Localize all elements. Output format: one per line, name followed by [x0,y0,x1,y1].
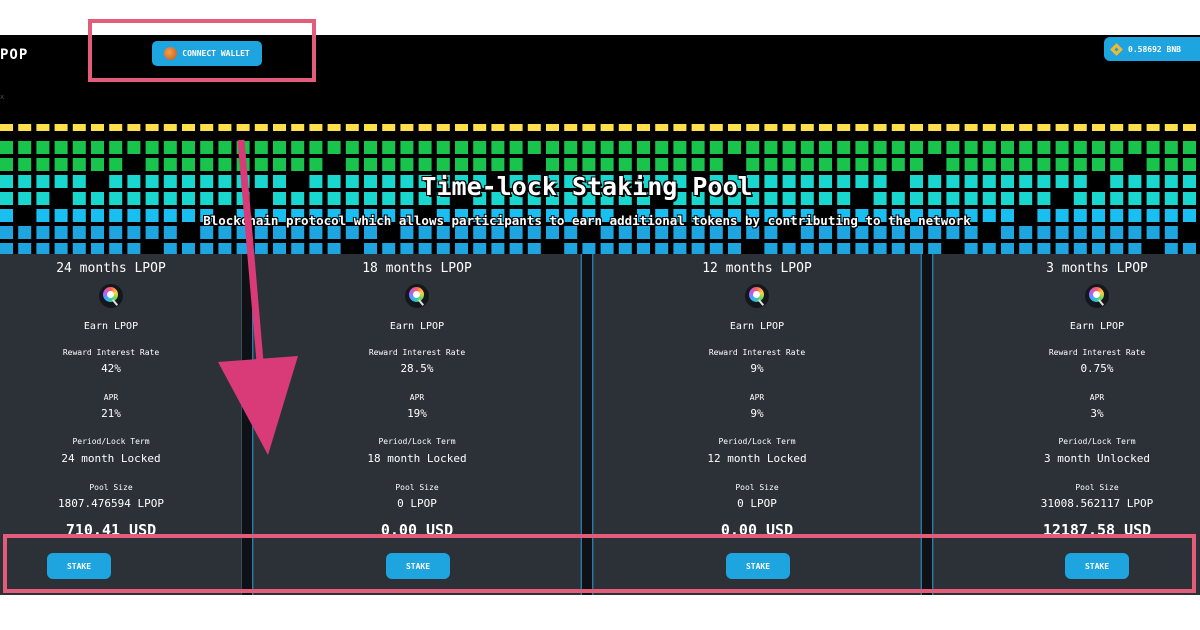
pointer-arrow [218,139,298,455]
